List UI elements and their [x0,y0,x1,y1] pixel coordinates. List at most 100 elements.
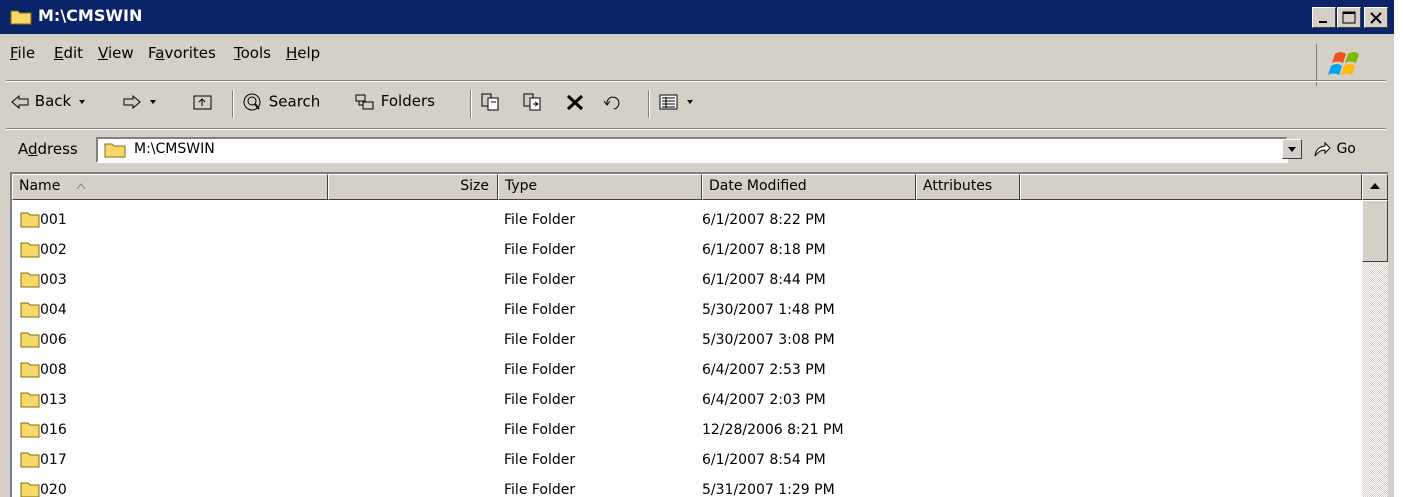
toolbar-separator [470,90,472,118]
folders-label: Folders [380,92,435,110]
chevron-down-icon [686,100,693,104]
address-label: Address [18,140,78,158]
vertical-scrollbar[interactable] [1362,174,1388,497]
column-header-date[interactable]: Date Modified [702,174,916,200]
views-button[interactable] [658,92,695,112]
close-icon [1370,12,1382,24]
close-button[interactable] [1364,7,1388,28]
table-row[interactable]: 004 File Folder 5/30/2007 1:48 PM [12,296,1362,326]
row-type: File Folder [504,272,576,288]
row-date: 6/1/2007 8:54 PM [702,452,826,468]
window-right-edge [1394,0,1403,497]
table-row[interactable]: 017 File Folder 6/1/2007 8:54 PM [12,446,1362,476]
explorer-window: M:\CMSWIN File Edit View Favorites Tools… [0,0,1394,497]
column-header-size[interactable]: Size [328,174,498,200]
row-name: 016 [40,422,67,438]
column-header-empty [1020,174,1362,200]
folder-icon [20,212,40,228]
table-row[interactable]: 006 File Folder 5/30/2007 3:08 PM [12,326,1362,356]
copy-to-button[interactable] [522,92,544,112]
chevron-down-icon [1288,147,1296,152]
row-type: File Folder [504,422,576,438]
sort-ascending-icon [76,183,86,190]
table-row[interactable]: 008 File Folder 6/4/2007 2:53 PM [12,356,1362,386]
address-dropdown-button[interactable] [1282,139,1302,159]
column-name-label: Name [19,178,61,194]
folder-icon [10,10,32,25]
table-row[interactable]: 020 File Folder 5/31/2007 1:29 PM [12,476,1362,497]
folder-icon [20,362,40,378]
menu-file[interactable]: File [10,44,35,62]
menu-edit[interactable]: Edit [54,44,83,62]
go-label: Go [1336,141,1356,157]
address-input[interactable]: M:\CMSWIN [96,137,1288,163]
go-arrow-icon [1314,141,1331,157]
move-to-icon [481,93,499,111]
column-type-label: Type [505,178,538,194]
menu-help[interactable]: Help [286,44,320,62]
search-icon [243,93,261,111]
folder-icon [20,392,40,408]
row-date: 6/1/2007 8:22 PM [702,212,826,228]
address-bar: Address M:\CMSWIN Go [10,134,1386,166]
menu-favorites[interactable]: Favorites [148,44,216,62]
row-date: 6/4/2007 2:03 PM [702,392,826,408]
maximize-button[interactable] [1337,7,1361,28]
chevron-down-icon [149,99,156,104]
row-date: 5/30/2007 3:08 PM [702,332,835,348]
folders-icon [355,94,374,109]
toolbar: Back Search Folders [10,86,1380,126]
table-row[interactable]: 002 File Folder 6/1/2007 8:18 PM [12,236,1362,266]
row-date: 6/1/2007 8:44 PM [702,272,826,288]
row-name: 006 [40,332,67,348]
scroll-up-button[interactable] [1362,174,1388,200]
folder-icon [104,143,126,158]
back-arrow-icon [11,94,29,109]
folder-icon [20,452,40,468]
chevron-up-icon [1370,183,1380,189]
views-icon [659,94,678,110]
table-row[interactable]: 001 File Folder 6/1/2007 8:22 PM [12,206,1362,236]
forward-button[interactable] [122,92,159,110]
row-type: File Folder [504,302,576,318]
file-list[interactable]: Name Size Type Date Modified Attributes … [10,172,1388,497]
forward-arrow-icon [123,94,141,109]
table-row[interactable]: 003 File Folder 6/1/2007 8:44 PM [12,266,1362,296]
row-name: 008 [40,362,67,378]
row-type: File Folder [504,332,576,348]
menu-separator [6,80,1386,82]
back-label: Back [34,92,72,110]
minimize-button[interactable] [1312,7,1336,28]
go-button[interactable]: Go [1312,140,1356,158]
folder-icon [20,482,40,497]
column-header-name[interactable]: Name [12,174,328,200]
row-date: 5/30/2007 1:48 PM [702,302,835,318]
folder-icon [20,242,40,258]
menu-view[interactable]: View [98,44,134,62]
title-bar[interactable]: M:\CMSWIN [0,0,1394,36]
move-to-button[interactable] [480,92,502,112]
scroll-thumb[interactable] [1362,200,1388,262]
table-row[interactable]: 016 File Folder 12/28/2006 8:21 PM [12,416,1362,446]
row-name: 001 [40,212,67,228]
row-name: 002 [40,242,67,258]
row-name: 003 [40,272,67,288]
table-row[interactable]: 013 File Folder 6/4/2007 2:03 PM [12,386,1362,416]
back-button[interactable]: Back [10,92,88,110]
chevron-down-icon [78,99,85,104]
up-button[interactable] [192,92,214,111]
window-title: M:\CMSWIN [38,6,143,25]
copy-to-icon [523,93,541,111]
column-header-attributes[interactable]: Attributes [916,174,1020,200]
search-button[interactable]: Search [242,92,320,112]
folder-icon [20,302,40,318]
folders-button[interactable]: Folders [354,92,435,111]
row-type: File Folder [504,212,576,228]
row-type: File Folder [504,362,576,378]
menu-tools[interactable]: Tools [234,44,271,62]
column-header-type[interactable]: Type [498,174,702,200]
undo-button[interactable] [602,92,624,112]
delete-button[interactable] [564,92,586,112]
toolbar-separator [232,90,234,118]
row-date: 6/4/2007 2:53 PM [702,362,826,378]
